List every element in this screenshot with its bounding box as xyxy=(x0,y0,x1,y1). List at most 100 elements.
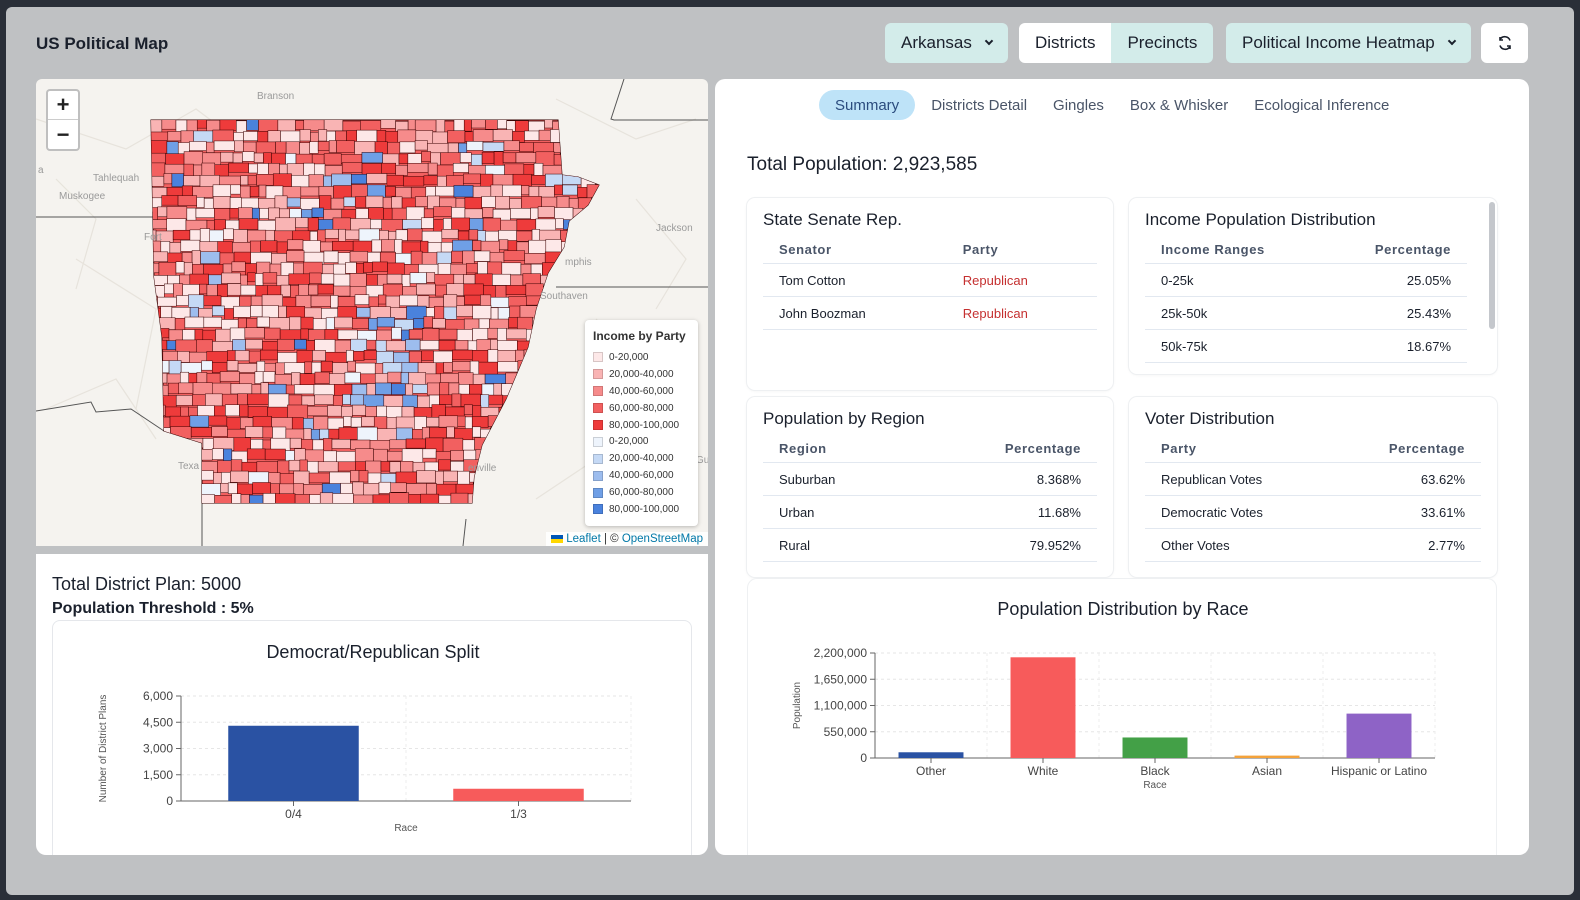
legend-title: Income by Party xyxy=(593,329,686,343)
map-view[interactable]: Branson Tahlequah Muskogee Fort Jackson … xyxy=(36,79,708,546)
tab-gingles[interactable]: Gingles xyxy=(1043,90,1114,120)
legend-swatch xyxy=(593,453,603,464)
heatmap-select[interactable]: Political Income Heatmap xyxy=(1226,23,1471,63)
income-range: 0-25k xyxy=(1145,263,1325,297)
income-scrollbar[interactable] xyxy=(1489,202,1495,329)
region-name: Rural xyxy=(763,528,914,562)
legend-item: 80,000-100,000 xyxy=(593,417,690,434)
city-label: enville xyxy=(468,463,497,474)
heatmap-select-label: Political Income Heatmap xyxy=(1242,33,1435,52)
col-header: Senator xyxy=(763,242,947,264)
senator-name: Tom Cotton xyxy=(763,263,947,297)
legend-item: 40,000-60,000 xyxy=(593,467,690,484)
table-row: 75k-100k11.54% xyxy=(1145,362,1467,374)
analysis-panel: Summary Districts Detail Gingles Box & W… xyxy=(715,79,1529,855)
bar-white xyxy=(1010,657,1076,758)
split-chart-card: Democrat/Republican Split 0 1,500 3,000 4,5… xyxy=(52,620,692,855)
legend-swatch xyxy=(593,436,603,447)
legend-item: 60,000-80,000 xyxy=(593,484,690,501)
y-tick-label: 1,100,000 xyxy=(814,699,868,713)
region-name: Suburban xyxy=(763,462,914,496)
state-select[interactable]: Arkansas xyxy=(885,23,1008,63)
senator-party: Republican xyxy=(946,263,1097,297)
precincts-toggle[interactable]: Precincts xyxy=(1111,23,1214,63)
race-chart-title: Population Distribution by Race xyxy=(997,599,1248,619)
tab-ecological-inference[interactable]: Ecological Inference xyxy=(1244,90,1399,120)
y-axis-label: Population xyxy=(792,682,803,729)
table-row: 0-25k 25.05% xyxy=(1145,263,1467,297)
table-row: John Boozman Republican xyxy=(763,296,1097,330)
y-tick-label: 4,500 xyxy=(143,715,173,729)
table-row: Tom Cotton Republican xyxy=(763,263,1097,297)
city-label: Tahlequah xyxy=(93,173,140,184)
income-range: 50k-75k xyxy=(1145,329,1325,363)
refresh-button[interactable] xyxy=(1481,23,1528,63)
total-district-plan: Total District Plan: 5000 xyxy=(52,574,242,594)
legend-swatch xyxy=(593,403,603,414)
voter-party: Republican Votes xyxy=(1145,462,1331,496)
x-axis-label: Race xyxy=(394,823,418,834)
race-chart-card: Population Distribution by Race 0 550,000… xyxy=(747,578,1497,855)
leaflet-link[interactable]: Leaflet xyxy=(566,533,601,545)
income-percent: 18.67% xyxy=(1324,329,1467,363)
col-header: Income Ranges xyxy=(1145,242,1325,264)
legend-item: 80,000-100,000 xyxy=(593,501,690,518)
y-tick-label: 1,650,000 xyxy=(814,672,868,686)
voter-table: Party Percentage Republican Votes 63.62% … xyxy=(1145,441,1481,562)
voter-percent: 63.62% xyxy=(1330,462,1481,496)
zoom-control: + − xyxy=(46,89,80,151)
legend-label: 0-20,000 xyxy=(609,436,649,448)
y-axis-label: Number of District Plans xyxy=(98,695,109,803)
voter-party: Other Votes xyxy=(1145,528,1331,562)
legend-label: 40,000-60,000 xyxy=(609,470,674,482)
osm-link[interactable]: OpenStreetMap xyxy=(622,533,703,545)
city-label: mphis xyxy=(565,257,592,268)
region-table: Region Percentage Suburban 8.368% Urban 11… xyxy=(763,441,1097,562)
tab-districts-detail[interactable]: Districts Detail xyxy=(921,90,1037,120)
income-scroll-area[interactable]: Income Population Distribution Income Ra… xyxy=(1129,198,1483,374)
legend-label: 20,000-40,000 xyxy=(609,368,674,380)
col-header: Party xyxy=(1145,441,1331,463)
x-tick-label: Other xyxy=(916,764,946,778)
col-header: Percentage xyxy=(1324,242,1467,264)
legend-label: 40,000-60,000 xyxy=(609,385,674,397)
income-title: Income Population Distribution xyxy=(1145,210,1376,229)
city-label: Texa xyxy=(178,461,200,472)
city-label: Fort xyxy=(144,232,162,243)
map-legend: Income by Party 0-20,000 20,000-40,000 40,… xyxy=(585,320,698,526)
zoom-out-button[interactable]: − xyxy=(48,120,78,149)
y-tick-label: 2,200,000 xyxy=(814,646,868,660)
col-header: Region xyxy=(763,441,914,463)
zoom-in-button[interactable]: + xyxy=(48,91,78,120)
tab-box-whisker[interactable]: Box & Whisker xyxy=(1120,90,1238,120)
legend-swatch xyxy=(593,386,603,397)
split-chart: Democrat/Republican Split 0 1,500 3,000 4,5… xyxy=(98,642,632,834)
senator-name: John Boozman xyxy=(763,296,947,330)
region-title: Population by Region xyxy=(763,409,925,428)
y-tick-label: 0 xyxy=(166,794,173,808)
table-row: Suburban 8.368% xyxy=(763,462,1097,496)
analysis-tabs: Summary Districts Detail Gingles Box & W… xyxy=(819,90,1399,120)
legend-label: 80,000-100,000 xyxy=(609,419,680,431)
bar-other xyxy=(898,752,964,758)
table-row: 50k-75k 18.67% xyxy=(1145,329,1467,363)
bar-hispanic-or-latino xyxy=(1346,713,1412,758)
app-title: US Political Map xyxy=(36,34,169,53)
ukraine-flag-icon xyxy=(551,534,564,543)
region-percent: 11.68% xyxy=(913,495,1097,529)
districts-toggle[interactable]: Districts xyxy=(1019,23,1112,63)
income-percent: 25.43% xyxy=(1324,296,1467,330)
voter-title: Voter Distribution xyxy=(1145,409,1275,428)
bar-asian xyxy=(1234,755,1300,758)
legend-label: 0-20,000 xyxy=(609,351,649,363)
tab-summary[interactable]: Summary xyxy=(819,90,916,120)
legend-item: 0-20,000 xyxy=(593,349,690,366)
city-label: Muskogee xyxy=(59,191,106,202)
bar-0-4 xyxy=(228,725,359,801)
y-tick-label: 550,000 xyxy=(824,725,868,739)
table-row: Democratic Votes 33.61% xyxy=(1145,495,1481,529)
x-tick-label: Hispanic or Latino xyxy=(1331,764,1427,778)
city-label: a xyxy=(38,165,44,176)
population-threshold: Population Threshold : 5% xyxy=(52,600,254,617)
attribution-separator: | © xyxy=(600,533,622,545)
